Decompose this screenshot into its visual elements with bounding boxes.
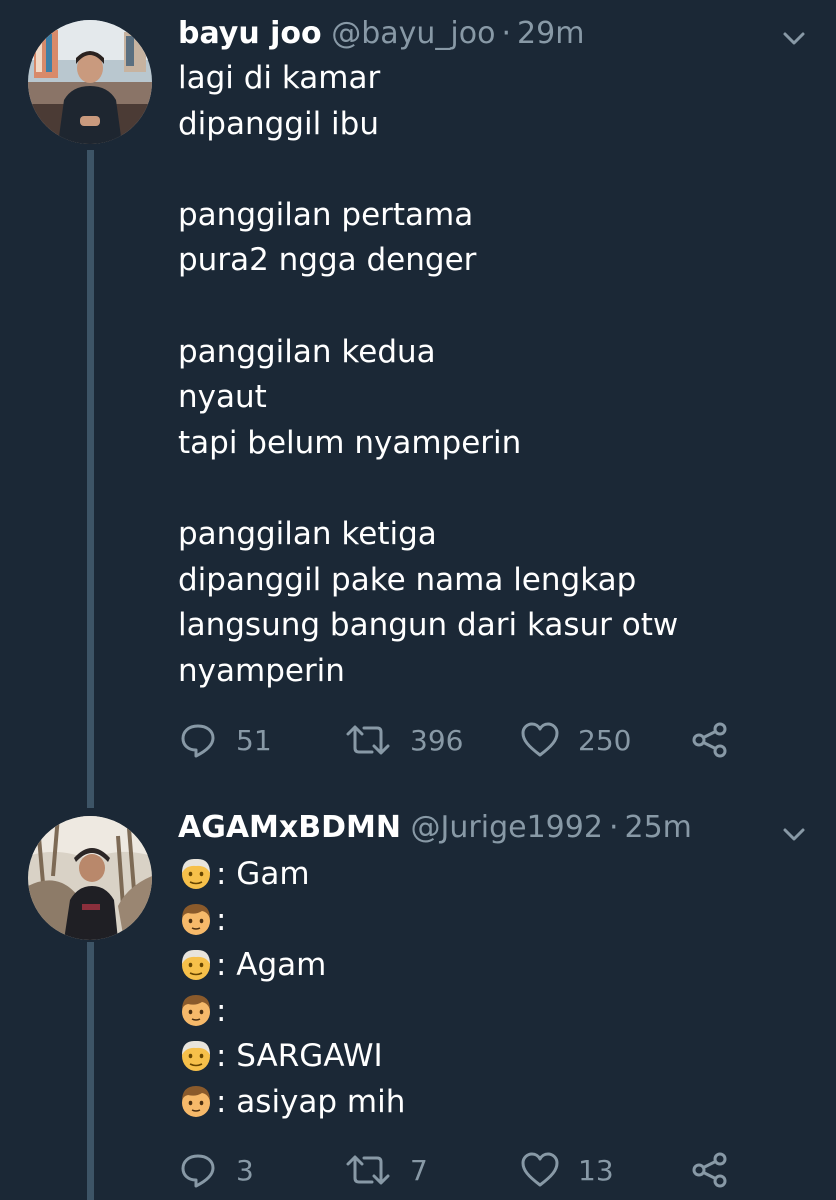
tweet-line-text: : Gam [216, 856, 310, 892]
user-handle[interactable]: @Jurige1992 [411, 810, 603, 845]
reply-button[interactable]: 51 [178, 718, 272, 762]
separator-dot: · [608, 810, 619, 845]
tweet-line: nyaut [178, 379, 267, 416]
tweet-line: : [178, 989, 405, 1035]
display-name[interactable]: bayu joo [178, 16, 322, 51]
tweet-line: panggilan ketiga [178, 515, 437, 552]
boy-emoji [182, 994, 210, 1026]
share-button[interactable] [690, 1148, 730, 1192]
like-button[interactable]: 250 [520, 718, 631, 762]
reply-count: 3 [236, 1153, 254, 1187]
retweet-count: 396 [410, 723, 464, 757]
tweet-line: : [178, 898, 405, 944]
thread-line [87, 790, 94, 808]
separator-dot: · [501, 16, 512, 51]
tweet[interactable]: AGAMxBDMN @Jurige1992 · 25m : Gam : : Agam… [0, 790, 836, 1200]
tweet-line-text: : Agam [216, 947, 327, 984]
tweet-line [178, 284, 678, 330]
reply-button[interactable]: 3 [178, 1148, 254, 1192]
tweet-line: langsung bangun dari kasur otw [178, 607, 679, 644]
tweet-line: nyamperin [178, 652, 345, 689]
tweet-line: dipanggil ibu [178, 105, 379, 142]
retweet-button[interactable]: 7 [344, 1148, 428, 1192]
heart-icon [521, 1152, 559, 1187]
chevron-down-icon[interactable] [780, 24, 808, 52]
tweet-line [178, 466, 678, 512]
tweet-line-text: : SARGAWI [216, 1038, 383, 1075]
tweet-line: dipanggil pake nama lengkap [178, 561, 637, 598]
retweet-button[interactable]: 396 [344, 718, 463, 762]
tweet-line: : asiyap mih [178, 1080, 405, 1126]
timestamp[interactable]: 29m [517, 16, 584, 51]
tweet-line [178, 147, 678, 193]
tweet-line: : SARGAWI [178, 1034, 405, 1080]
tweet-text: lagi di kamar dipanggil ibu panggilan pe… [178, 56, 678, 694]
reply-icon [181, 724, 215, 758]
like-count: 250 [578, 723, 632, 757]
like-button[interactable]: 13 [520, 1148, 614, 1192]
tweet-line: panggilan kedua [178, 333, 436, 370]
tweet-line: : Agam [178, 943, 405, 989]
thread-line [87, 942, 94, 1200]
share-icon [692, 1152, 727, 1188]
tweet-actions: 3 7 13 [178, 1148, 738, 1192]
share-button[interactable] [690, 718, 730, 762]
tweet-line-text: : [216, 901, 227, 938]
tweet-header: bayu joo @bayu_joo · 29m [178, 14, 584, 54]
heart-icon [521, 722, 559, 757]
timestamp[interactable]: 25m [624, 810, 691, 845]
retweet-icon [346, 725, 390, 755]
boy-emoji [182, 1085, 210, 1117]
tweet-text: : Gam : : Agam : : SARGAWI : asiyap mih [178, 852, 405, 1126]
avatar[interactable] [28, 816, 152, 940]
older-man-emoji [182, 950, 210, 981]
tweet-line: tapi belum nyamperin [178, 424, 522, 461]
older-man-emoji [182, 1041, 210, 1072]
tweet-line-text: : asiyap mih [216, 1083, 406, 1120]
retweet-icon [346, 1155, 390, 1185]
tweet-line: panggilan pertama [178, 196, 474, 233]
tweet-line: pura2 ngga denger [178, 242, 477, 279]
tweet-header: AGAMxBDMN @Jurige1992 · 25m [178, 808, 692, 848]
display-name[interactable]: AGAMxBDMN [178, 810, 401, 845]
avatar[interactable] [28, 20, 152, 144]
older-man-emoji [182, 858, 210, 889]
reply-count: 51 [236, 723, 272, 757]
tweet-actions: 51 396 250 [178, 718, 738, 762]
share-icon [692, 722, 727, 758]
tweet-line: : Gam [178, 852, 405, 898]
like-count: 13 [578, 1153, 614, 1187]
chevron-down-icon[interactable] [780, 820, 808, 848]
boy-emoji [182, 903, 210, 935]
tweet-line-text: : [216, 992, 227, 1029]
tweet[interactable]: bayu joo @bayu_joo · 29m lagi di kamar dip… [0, 0, 836, 790]
retweet-count: 7 [410, 1153, 428, 1187]
reply-icon [181, 1154, 215, 1188]
tweet-line: lagi di kamar [178, 60, 381, 96]
thread-line [87, 150, 94, 790]
user-handle[interactable]: @bayu_joo [331, 16, 495, 51]
